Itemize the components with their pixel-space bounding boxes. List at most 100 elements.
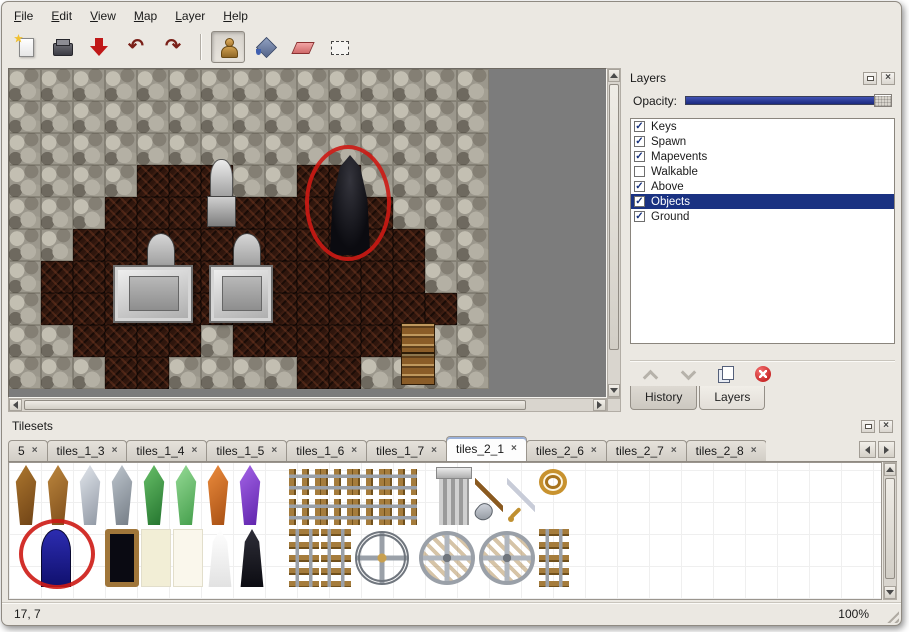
wall-tile[interactable] [41, 325, 73, 357]
tileset-canvas[interactable] [8, 462, 882, 600]
tomb-right[interactable] [209, 265, 273, 323]
floor-tile[interactable] [393, 229, 425, 261]
wall-tile[interactable] [425, 229, 457, 261]
wall-tile[interactable] [9, 197, 41, 229]
tileset-tile-crystal[interactable] [75, 465, 105, 525]
floor-tile[interactable] [425, 293, 457, 325]
wall-tile[interactable] [169, 357, 201, 389]
wall-tile[interactable] [105, 133, 137, 165]
save-button[interactable] [82, 31, 116, 63]
tileset-tile-trackh[interactable] [289, 469, 321, 495]
floor-tile[interactable] [297, 325, 329, 357]
wall-tile[interactable] [457, 101, 489, 133]
menu-view[interactable]: View [82, 6, 124, 26]
wall-tile[interactable] [393, 101, 425, 133]
tileset-tab-tiles_2_6[interactable]: tiles_2_6× [526, 440, 607, 461]
wall-tile[interactable] [457, 261, 489, 293]
close-tab-icon[interactable]: × [32, 446, 38, 456]
tileset-tab-tiles_1_5[interactable]: tiles_1_5× [206, 440, 287, 461]
layer-row-above[interactable]: ✓Above [631, 179, 894, 194]
scrollbar-thumb[interactable] [609, 84, 619, 350]
floor-tile[interactable] [361, 293, 393, 325]
floor-tile[interactable] [265, 229, 297, 261]
tileset-tile-crystal[interactable] [107, 465, 137, 525]
wall-tile[interactable] [137, 133, 169, 165]
menu-layer[interactable]: Layer [167, 6, 213, 26]
wall-tile[interactable] [9, 293, 41, 325]
wall-tile[interactable] [201, 357, 233, 389]
tileset-tile-crystal[interactable] [43, 465, 73, 525]
wall-tile[interactable] [41, 357, 73, 389]
wall-tile[interactable] [233, 133, 265, 165]
layer-visibility-checkbox[interactable]: ✓ [634, 196, 645, 207]
floor-tile[interactable] [137, 165, 169, 197]
layer-visibility-checkbox[interactable] [634, 166, 645, 177]
floor-tile[interactable] [105, 357, 137, 389]
wall-tile[interactable] [9, 165, 41, 197]
tileset-tile-wheel[interactable] [355, 531, 409, 585]
scroll-up-button[interactable] [608, 69, 620, 82]
wall-tile[interactable] [425, 165, 457, 197]
tileset-tile-trackv[interactable] [321, 529, 351, 587]
floor-tile[interactable] [265, 325, 297, 357]
menu-help[interactable]: Help [215, 6, 256, 26]
duplicate-layer-button[interactable] [714, 363, 738, 385]
select-tool-button[interactable] [322, 31, 356, 63]
menu-file[interactable]: File [6, 6, 41, 26]
wall-tile[interactable] [73, 133, 105, 165]
tileset-tile-trackh[interactable] [289, 499, 321, 525]
wall-tile[interactable] [425, 101, 457, 133]
floor-tile[interactable] [169, 325, 201, 357]
tileset-tile-trackh[interactable] [321, 469, 353, 495]
wall-tile[interactable] [73, 101, 105, 133]
close-tab-icon[interactable]: × [112, 446, 118, 456]
tileset-tab-tiles_2_7[interactable]: tiles_2_7× [606, 440, 687, 461]
wall-tile[interactable] [329, 69, 361, 101]
layer-visibility-checkbox[interactable]: ✓ [634, 136, 645, 147]
wall-tile[interactable] [201, 101, 233, 133]
tomb-left[interactable] [113, 265, 193, 323]
floor-tile[interactable] [265, 197, 297, 229]
wall-tile[interactable] [265, 101, 297, 133]
wall-tile[interactable] [73, 69, 105, 101]
wall-tile[interactable] [457, 293, 489, 325]
floor-tile[interactable] [137, 325, 169, 357]
tileset-tile-crystal[interactable] [139, 465, 169, 525]
close-tab-icon[interactable]: × [511, 444, 517, 454]
layer-visibility-checkbox[interactable]: ✓ [634, 121, 645, 132]
tileset-tile-hood[interactable] [237, 529, 267, 587]
map-horizontal-scrollbar[interactable] [8, 398, 607, 412]
tileset-tile-rope[interactable] [539, 469, 567, 495]
scroll-down-button[interactable] [608, 384, 620, 397]
menu-edit[interactable]: Edit [43, 6, 80, 26]
stamp-tool-button[interactable] [211, 31, 245, 63]
floor-tile[interactable] [297, 357, 329, 389]
wall-tile[interactable] [137, 101, 169, 133]
tileset-tile-trackh[interactable] [385, 499, 417, 525]
tileset-tile-flat[interactable] [173, 529, 203, 587]
layer-visibility-checkbox[interactable]: ✓ [634, 151, 645, 162]
wall-tile[interactable] [457, 165, 489, 197]
delete-layer-button[interactable] [752, 363, 776, 385]
tileset-tab-tiles_1_7[interactable]: tiles_1_7× [366, 440, 447, 461]
wall-tile[interactable] [137, 69, 169, 101]
wall-tile[interactable] [425, 261, 457, 293]
wall-tile[interactable] [457, 133, 489, 165]
floor-tile[interactable] [297, 293, 329, 325]
wall-tile[interactable] [9, 133, 41, 165]
wall-tile[interactable] [233, 165, 265, 197]
menu-map[interactable]: Map [126, 6, 165, 26]
tileset-tile-trackh[interactable] [353, 499, 385, 525]
close-tab-icon[interactable]: × [271, 446, 277, 456]
wall-tile[interactable] [393, 197, 425, 229]
tileset-tile-hood[interactable] [205, 529, 235, 587]
floor-tile[interactable] [105, 229, 137, 261]
wall-tile[interactable] [9, 69, 41, 101]
layer-visibility-checkbox[interactable]: ✓ [634, 211, 645, 222]
wall-tile[interactable] [105, 101, 137, 133]
wall-tile[interactable] [457, 357, 489, 389]
close-tab-icon[interactable]: × [591, 446, 597, 456]
tileset-tab-tiles_1_6[interactable]: tiles_1_6× [286, 440, 367, 461]
floor-tile[interactable] [41, 293, 73, 325]
fill-tool-button[interactable] [248, 31, 282, 63]
